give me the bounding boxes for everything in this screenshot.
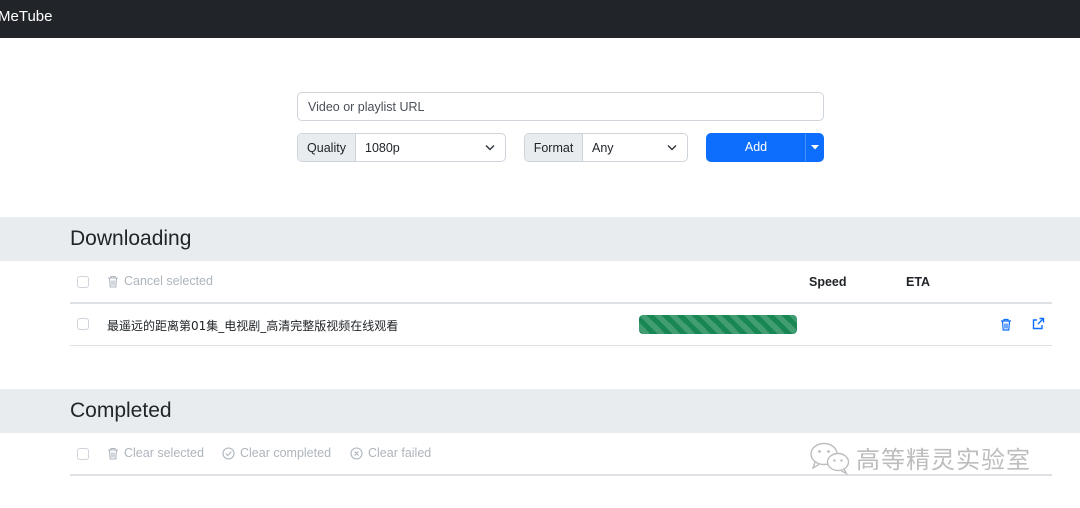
wechat-logo-icon xyxy=(810,442,850,475)
add-options-toggle[interactable] xyxy=(805,134,824,161)
select-all-downloading-checkbox[interactable] xyxy=(77,276,89,288)
clear-completed-button[interactable]: Clear completed xyxy=(222,446,331,460)
row-divider xyxy=(70,345,1052,346)
format-select-group[interactable]: Format Any xyxy=(524,133,688,162)
x-circle-icon xyxy=(350,446,363,460)
clear-completed-label: Clear completed xyxy=(240,446,332,460)
caret-down-icon xyxy=(811,145,819,150)
download-progress-bar xyxy=(639,315,797,334)
check-circle-icon xyxy=(222,446,235,460)
clear-selected-label: Clear selected xyxy=(124,446,204,460)
watermark: 高等精灵实验室 xyxy=(808,440,1031,475)
watermark-text: 高等精灵实验室 xyxy=(856,446,1031,474)
trash-icon xyxy=(108,275,118,288)
select-all-completed-checkbox[interactable] xyxy=(77,448,89,460)
eta-column-header: ETA xyxy=(906,275,931,289)
quality-label: Quality xyxy=(298,134,356,161)
clear-failed-button[interactable]: Clear failed xyxy=(350,446,431,460)
quality-select[interactable]: 1080p xyxy=(356,134,505,161)
chevron-down-icon xyxy=(667,144,677,151)
format-selected-value: Any xyxy=(592,140,614,155)
clear-failed-label: Clear failed xyxy=(368,446,432,460)
trash-icon[interactable] xyxy=(1000,318,1012,331)
download-title: 最遥远的距离第01集_电视剧_高清完整版视频在线观看 xyxy=(107,319,399,333)
download-progress xyxy=(639,315,797,334)
downloading-title: Downloading xyxy=(70,227,192,250)
add-button[interactable]: Add xyxy=(706,133,824,162)
cancel-selected-label: Cancel selected xyxy=(124,274,213,288)
external-link-icon[interactable] xyxy=(1032,317,1045,330)
format-select[interactable]: Any xyxy=(583,134,687,161)
quality-select-group[interactable]: Quality 1080p xyxy=(297,133,506,162)
app-brand[interactable]: MeTube xyxy=(0,8,52,25)
trash-icon xyxy=(108,447,118,460)
url-input[interactable] xyxy=(297,92,824,121)
completed-section-header: Completed xyxy=(0,389,1080,433)
quality-selected-value: 1080p xyxy=(365,140,400,155)
format-label: Format xyxy=(525,134,583,161)
clear-selected-button[interactable]: Clear selected xyxy=(107,446,204,460)
table-header-divider xyxy=(70,302,1052,304)
chevron-down-icon xyxy=(485,144,495,151)
completed-title: Completed xyxy=(70,399,172,422)
add-button-label[interactable]: Add xyxy=(707,134,805,161)
downloading-section-header: Downloading xyxy=(0,217,1080,261)
cancel-selected-button[interactable]: Cancel selected xyxy=(107,274,213,288)
navbar: MeTube xyxy=(0,0,1080,38)
speed-column-header: Speed xyxy=(809,275,847,289)
row-checkbox[interactable] xyxy=(77,318,89,330)
